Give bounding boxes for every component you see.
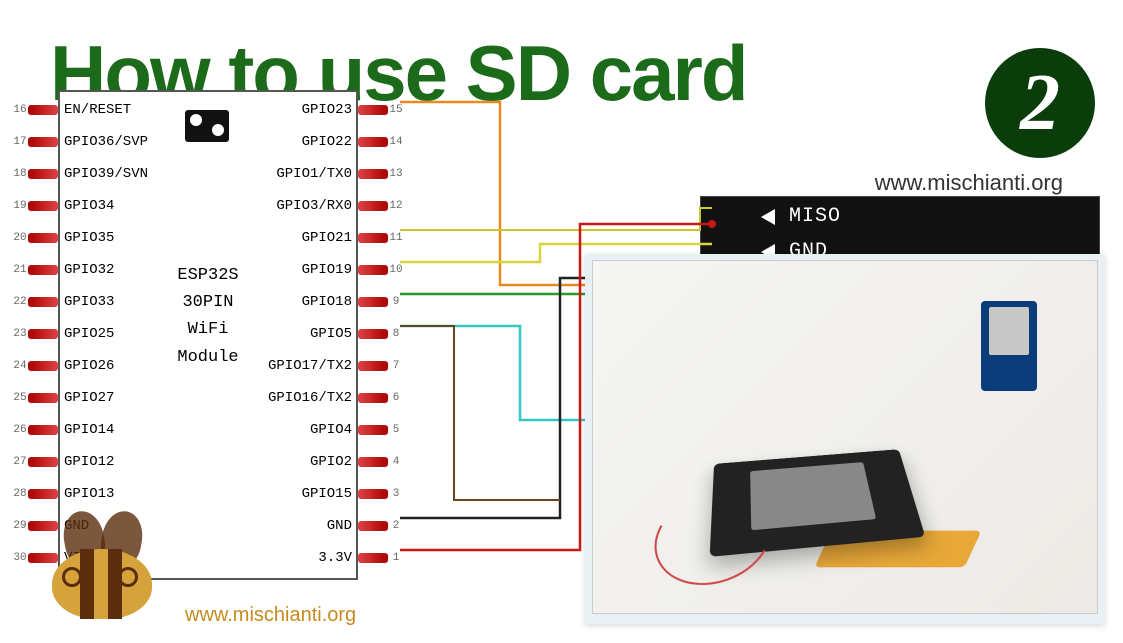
pin-left-gpio14: 26GPIO14 (12, 420, 120, 440)
pin-right-gpio19: 10GPIO19 (296, 260, 404, 280)
photo-sdcard-module (981, 301, 1037, 391)
pin-left-gpio36-svp: 17GPIO36/SVP (12, 132, 154, 152)
pin-right-gpio16-tx2: 6GPIO16/TX2 (262, 388, 404, 408)
pin-left-gpio13: 28GPIO13 (12, 484, 120, 504)
badge-number: 2 (1020, 63, 1060, 143)
watermark-url-bottom: www.mischianti.org (185, 604, 356, 627)
pin-right-gpio21: 11GPIO21 (296, 228, 404, 248)
pin-right-gpio1-tx0: 13GPIO1/TX0 (270, 164, 404, 184)
pin-right-gpio4: 5GPIO4 (304, 420, 404, 440)
pin-left-gpio33: 22GPIO33 (12, 292, 120, 312)
pin-right-gpio17-tx2: 7GPIO17/TX2 (262, 356, 404, 376)
pin-right-gpio2: 4GPIO2 (304, 452, 404, 472)
esp32-module-diagram: ESP32S 30PIN WiFi Module 16EN/RESET17GPI… (58, 90, 358, 580)
pin-right-gpio15: 3GPIO15 (296, 484, 404, 504)
pin-left-en-reset: 16EN/RESET (12, 100, 137, 120)
pin-right-gpio22: 14GPIO22 (296, 132, 404, 152)
part-number-badge: 2 (985, 48, 1095, 158)
pin-left-gpio27: 25GPIO27 (12, 388, 120, 408)
bee-logo-icon (32, 519, 172, 629)
triangle-icon (761, 209, 775, 225)
pin-right-gnd: 2GND (321, 516, 404, 536)
pin-right-gpio3-rx0: 12GPIO3/RX0 (270, 196, 404, 216)
pin-right-3-3v: 13.3V (312, 548, 404, 568)
pin-left-gpio26: 24GPIO26 (12, 356, 120, 376)
pin-left-gpio25: 23GPIO25 (12, 324, 120, 344)
pin-right-gpio5: 8GPIO5 (304, 324, 404, 344)
pin-right-gpio18: 9GPIO18 (296, 292, 404, 312)
watermark-url-top: www.mischianti.org (875, 170, 1063, 196)
pin-left-gpio39-svn: 18GPIO39/SVN (12, 164, 154, 184)
pin-left-gpio35: 20GPIO35 (12, 228, 120, 248)
pin-left-gpio34: 19GPIO34 (12, 196, 120, 216)
esp32-chip-icon (185, 110, 229, 142)
sdcard-miso-label: MISO (701, 197, 1099, 232)
hardware-photo (592, 260, 1098, 614)
pin-left-gpio32: 21GPIO32 (12, 260, 120, 280)
pin-left-gpio12: 27GPIO12 (12, 452, 120, 472)
pin-right-gpio23: 15GPIO23 (296, 100, 404, 120)
